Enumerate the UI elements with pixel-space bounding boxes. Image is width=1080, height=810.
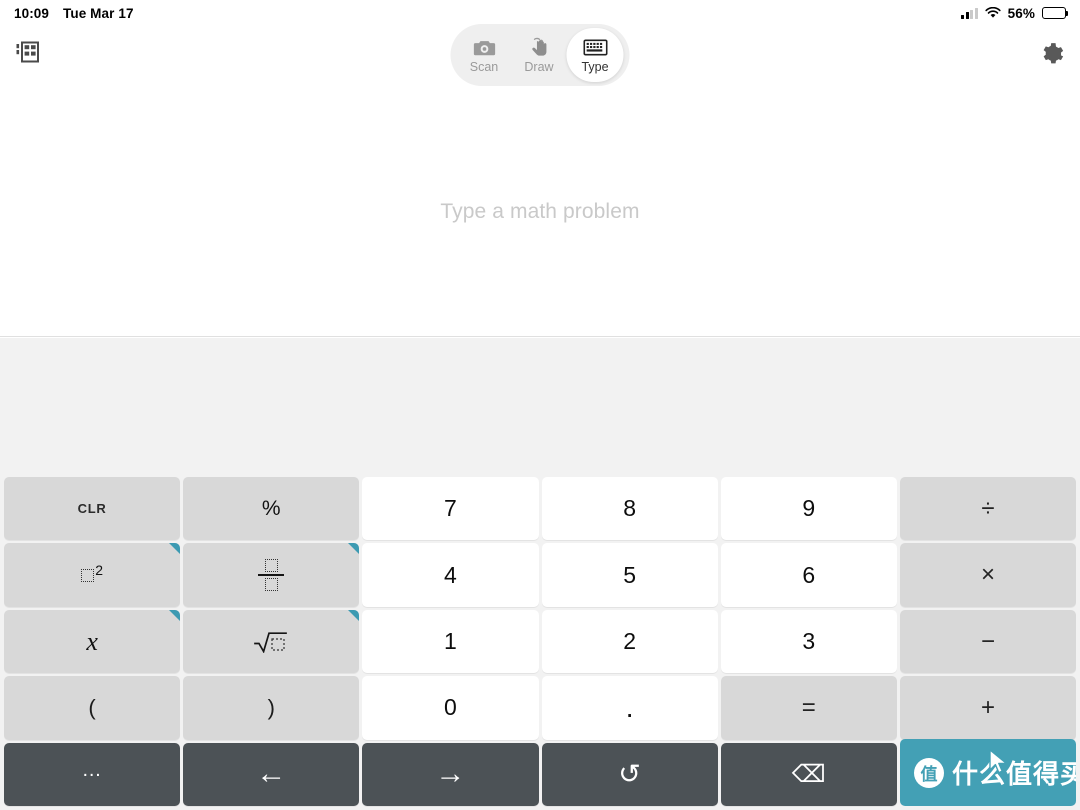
key-variable-x[interactable]: x (4, 609, 181, 674)
keypad-row: CLR % 7 8 9 ÷ (4, 477, 1077, 541)
key-five[interactable]: 5 (541, 543, 718, 607)
exponent-label: 2 (95, 561, 103, 578)
cursor-arrow-icon (989, 749, 1008, 774)
key-open-paren[interactable]: ( (4, 676, 181, 740)
key-minus[interactable]: − (899, 609, 1077, 674)
key-seven-label: 7 (444, 495, 457, 522)
key-minus-label: − (980, 627, 995, 655)
watermark-logo: 值 (914, 757, 944, 788)
key-four-label: 4 (444, 561, 457, 588)
history-list-icon[interactable] (16, 40, 40, 64)
key-plus-label: + (980, 693, 995, 721)
arrow-left-icon: ← (256, 757, 287, 791)
key-eight[interactable]: 8 (541, 477, 718, 541)
key-one-label: 1 (444, 628, 457, 655)
key-decimal-point[interactable]: . (541, 676, 718, 740)
calculator-app: 10:09 Tue Mar 17 56% Scan Draw Type Type… (0, 0, 1080, 810)
key-divide[interactable]: ÷ (899, 477, 1077, 541)
top-bar: Scan Draw Type (0, 24, 1080, 88)
wifi-icon (985, 6, 1001, 19)
hand-draw-icon (528, 37, 550, 58)
status-bar: 10:09 Tue Mar 17 56% (0, 0, 1080, 26)
key-square-root[interactable] (183, 609, 360, 674)
power-squared-glyph: 2 (81, 562, 103, 582)
math-input-area[interactable]: Type a math problem (0, 88, 1080, 337)
cellular-signal-icon (961, 7, 978, 19)
tab-draw-label: Draw (524, 59, 554, 74)
key-six[interactable]: 6 (720, 543, 897, 607)
key-divide-label: ÷ (981, 494, 995, 522)
key-plus[interactable]: + (899, 676, 1077, 740)
expand-marker-icon (348, 543, 360, 555)
fraction-bar (258, 573, 285, 577)
battery-percent: 56% (1007, 5, 1035, 21)
tab-scan-label: Scan (469, 59, 499, 74)
placeholder-box-icon (81, 568, 95, 582)
key-clear[interactable]: CLR (4, 477, 181, 541)
key-percent-label: % (261, 496, 281, 520)
key-six-label: 6 (802, 561, 816, 588)
key-backspace[interactable]: ⌫ (720, 742, 897, 807)
gear-icon[interactable] (1038, 41, 1064, 67)
keypad-row: ( ) 0 . = + (4, 676, 1077, 740)
key-five-label: 5 (623, 561, 636, 588)
mode-segmented-control: Scan Draw Type (450, 24, 630, 86)
tab-draw[interactable]: Draw (512, 28, 567, 82)
watermark-text: 什么值得买 (952, 759, 1076, 789)
key-cursor-right[interactable]: → (362, 742, 539, 807)
input-placeholder: Type a math problem (440, 200, 640, 223)
key-undo[interactable]: ↺ (541, 742, 718, 807)
keypad-row: 2 4 5 6 × (4, 543, 1077, 607)
expand-marker-icon (169, 543, 181, 555)
key-power-squared[interactable]: 2 (4, 543, 181, 607)
key-nine-label: 9 (802, 495, 816, 522)
placeholder-box-icon (264, 558, 278, 572)
key-two-label: 2 (623, 628, 636, 655)
key-two[interactable]: 2 (541, 609, 718, 674)
square-root-glyph (254, 631, 288, 653)
status-date: Tue Mar 17 (63, 5, 134, 21)
key-three-label: 3 (802, 628, 816, 655)
key-four[interactable]: 4 (362, 543, 539, 607)
key-zero-label: 0 (444, 694, 457, 721)
site-watermark: 值 什么值得买 (900, 739, 1076, 806)
status-bar-right: 56% (961, 5, 1069, 21)
key-seven[interactable]: 7 (362, 477, 539, 541)
status-time: 10:09 (14, 5, 50, 21)
key-multiply-label: × (980, 561, 995, 589)
placeholder-box-icon (264, 578, 278, 592)
undo-icon: ↺ (618, 758, 641, 789)
key-eight-label: 8 (623, 495, 636, 522)
key-variable-x-label: x (86, 626, 98, 656)
key-nine[interactable]: 9 (720, 477, 897, 541)
camera-icon (473, 37, 495, 58)
key-percent[interactable]: % (183, 477, 360, 541)
tab-type[interactable]: Type (566, 28, 624, 82)
key-equals[interactable]: = (720, 676, 897, 740)
battery-icon (1042, 7, 1069, 19)
key-zero[interactable]: 0 (362, 676, 539, 740)
key-clear-label: CLR (77, 501, 107, 517)
math-keypad: CLR % 7 8 9 ÷ 2 4 5 6 × x 1 2 3 − () 0 … (0, 473, 1080, 810)
expand-marker-icon (169, 609, 181, 621)
key-more-options[interactable]: … (4, 742, 181, 807)
key-close-paren[interactable]: ) (183, 676, 360, 740)
tab-type-label: Type (581, 59, 609, 74)
key-one[interactable]: 1 (362, 609, 539, 674)
key-multiply[interactable]: × (899, 543, 1077, 607)
status-bar-left: 10:09 Tue Mar 17 (14, 6, 134, 21)
keypad-row: x 1 2 3 − (4, 609, 1077, 674)
key-cursor-left[interactable]: ← (183, 742, 360, 807)
backspace-icon: ⌫ (791, 760, 826, 788)
key-open-paren-label: ( (88, 694, 96, 720)
key-three[interactable]: 3 (720, 609, 897, 674)
fraction-glyph (258, 558, 285, 592)
expand-marker-icon (348, 609, 360, 621)
key-equals-label: = (801, 693, 816, 721)
tab-scan[interactable]: Scan (457, 28, 512, 82)
key-close-paren-label: ) (267, 694, 275, 720)
keyboard-icon (583, 37, 607, 58)
arrow-right-icon: → (435, 757, 466, 791)
key-fraction[interactable] (183, 543, 360, 607)
